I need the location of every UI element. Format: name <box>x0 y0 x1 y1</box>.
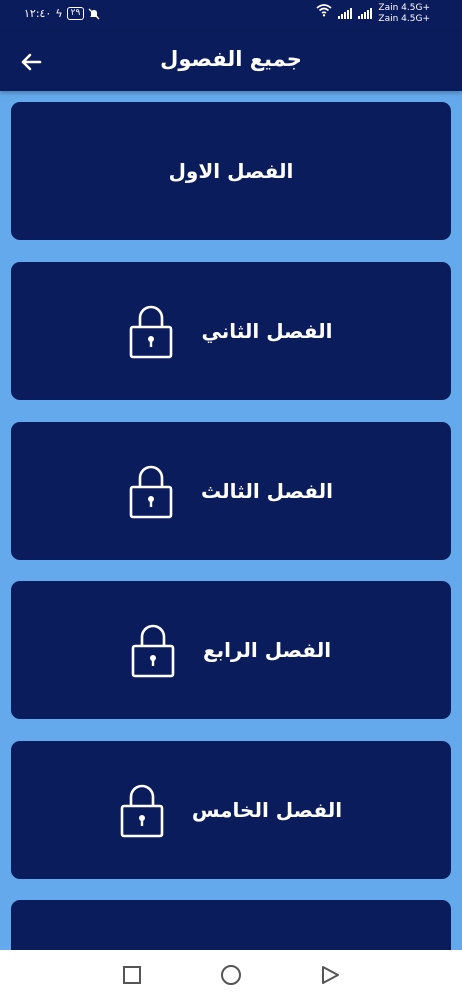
mute-icon <box>88 8 100 19</box>
status-right: Zain 4.5G+ Zain 4.5G+ <box>316 3 430 25</box>
chapter-label: الفصل الثالث <box>200 479 333 503</box>
chapter-list[interactable]: الفصل الاول الفصل الثاني الفصل الثالث ال… <box>0 91 462 950</box>
status-left: ١٢:٤٠ ϟ ٢٩ <box>24 7 100 20</box>
chapter-label: الفصل الاول <box>168 159 294 183</box>
home-button[interactable] <box>219 963 243 987</box>
status-time: ١٢:٤٠ <box>24 7 52 20</box>
carrier-1: Zain 4.5G+ <box>378 3 430 13</box>
lock-icon <box>129 465 173 519</box>
status-bar: ١٢:٤٠ ϟ ٢٩ Zain 4.5G+ Zain 4.5G+ <box>0 0 462 31</box>
lock-icon <box>130 305 173 359</box>
lock-icon <box>120 784 164 838</box>
chapter-card-4[interactable]: الفصل الرابع <box>11 581 451 719</box>
lock-icon <box>131 624 175 678</box>
wifi-icon <box>316 4 332 17</box>
signal-icon-2 <box>358 7 373 19</box>
chapter-card-6[interactable] <box>11 900 451 950</box>
recents-square-icon <box>123 966 141 984</box>
chapter-label: الفصل الرابع <box>202 638 332 662</box>
app-bar: جميع الفصول <box>0 31 462 91</box>
page-title: جميع الفصول <box>160 47 302 71</box>
back-triangle-icon <box>322 966 339 984</box>
chapter-card-1[interactable]: الفصل الاول <box>11 102 451 240</box>
carrier-labels: Zain 4.5G+ Zain 4.5G+ <box>378 3 430 25</box>
home-circle-icon <box>221 965 241 985</box>
signal-icon <box>338 7 353 19</box>
system-nav-bar <box>0 950 462 1000</box>
battery-icon: ٢٩ <box>66 7 85 20</box>
chapter-card-2[interactable]: الفصل الثاني <box>11 262 451 400</box>
chapter-card-3[interactable]: الفصل الثالث <box>11 422 451 560</box>
back-nav-button[interactable] <box>318 963 342 987</box>
charging-icon: ϟ <box>55 7 63 20</box>
carrier-2: Zain 4.5G+ <box>378 14 430 24</box>
chapter-card-5[interactable]: الفصل الخامس <box>11 741 451 879</box>
recents-button[interactable] <box>120 963 144 987</box>
chapter-label: الفصل الثاني <box>201 319 333 343</box>
chapter-label: الفصل الخامس <box>191 798 343 822</box>
